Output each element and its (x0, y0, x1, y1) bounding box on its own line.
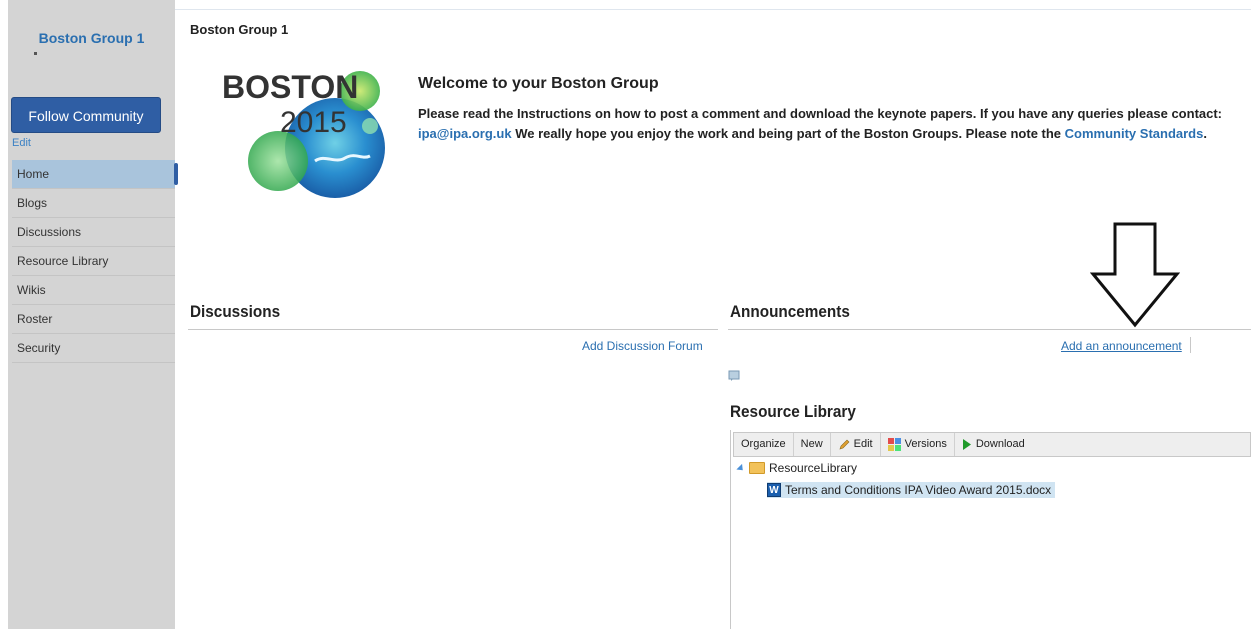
discussions-divider (188, 329, 718, 330)
tree-file-row[interactable]: W Terms and Conditions IPA Video Award 2… (767, 482, 1056, 498)
sidebar-item-blogs[interactable]: Blogs (12, 189, 175, 218)
cursor-caret (1190, 337, 1191, 353)
play-icon (962, 439, 971, 450)
logo-text-boston: BOSTON (222, 69, 358, 105)
pencil-icon (839, 439, 850, 449)
comment-icon[interactable] (728, 370, 740, 382)
welcome-text-part-3: . (1203, 126, 1207, 141)
edit-link[interactable]: Edit (12, 137, 31, 149)
resource-library-heading: Resource Library (730, 402, 856, 421)
sidebar: Boston Group 1 Follow Community Edit Hom… (8, 0, 178, 629)
versions-button[interactable]: Versions (881, 433, 955, 456)
logo-text-year: 2015 (280, 106, 347, 139)
globe-logo-icon: BOSTON 2015 (222, 69, 385, 198)
word-document-icon: W (767, 483, 781, 497)
bullet-dot (34, 52, 37, 55)
library-left-border (730, 430, 731, 629)
versions-button-label: Versions (904, 438, 947, 450)
email-link[interactable]: ipa@ipa.org.uk (418, 126, 512, 141)
expand-triangle-icon[interactable] (736, 463, 746, 473)
new-button[interactable]: New (794, 433, 831, 456)
sidebar-item-wikis[interactable]: Wikis (12, 276, 175, 305)
announcements-divider (728, 329, 1251, 330)
tree-folder-row[interactable]: ResourceLibrary (736, 461, 858, 475)
boston-2015-logo: BOSTON 2015 (220, 66, 395, 201)
sidebar-item-security[interactable]: Security (12, 334, 175, 363)
community-title[interactable]: Boston Group 1 (8, 30, 175, 46)
download-button[interactable]: Download (955, 433, 1032, 456)
page-title: Boston Group 1 (190, 22, 289, 37)
discussions-heading: Discussions (190, 302, 281, 321)
edit-button[interactable]: Edit (831, 433, 881, 456)
folder-label: ResourceLibrary (769, 461, 858, 475)
versions-icon (887, 438, 901, 451)
download-button-label: Download (975, 438, 1025, 450)
follow-community-button[interactable]: Follow Community (11, 97, 161, 133)
sidebar-item-resource-library[interactable]: Resource Library (12, 247, 175, 276)
top-divider (175, 9, 1251, 10)
community-standards-link[interactable]: Community Standards (1065, 126, 1204, 141)
sidebar-item-discussions[interactable]: Discussions (12, 218, 175, 247)
welcome-heading: Welcome to your Boston Group (418, 75, 659, 92)
welcome-text-part-2: We really hope you enjoy the work and be… (511, 126, 1065, 141)
down-arrow-icon (1090, 222, 1180, 328)
add-announcement-link[interactable]: Add an announcement (1061, 339, 1182, 353)
edit-button-label: Edit (853, 438, 873, 450)
sidebar-item-roster[interactable]: Roster (12, 305, 175, 334)
sidebar-nav: Home Blogs Discussions Resource Library … (12, 160, 178, 363)
add-discussion-forum-link[interactable]: Add Discussion Forum (582, 339, 703, 353)
organize-button[interactable]: Organize (734, 433, 794, 456)
welcome-text: Please read the Instructions on how to p… (418, 104, 1250, 144)
file-label: Terms and Conditions IPA Video Award 201… (785, 483, 1052, 497)
folder-icon (749, 462, 765, 474)
announcements-heading: Announcements (730, 302, 850, 321)
welcome-text-part-1: Please read the Instructions on how to p… (418, 106, 1223, 121)
sidebar-item-home[interactable]: Home (12, 160, 178, 189)
resource-library-toolbar: Organize New Edit Versions Download (733, 432, 1251, 457)
